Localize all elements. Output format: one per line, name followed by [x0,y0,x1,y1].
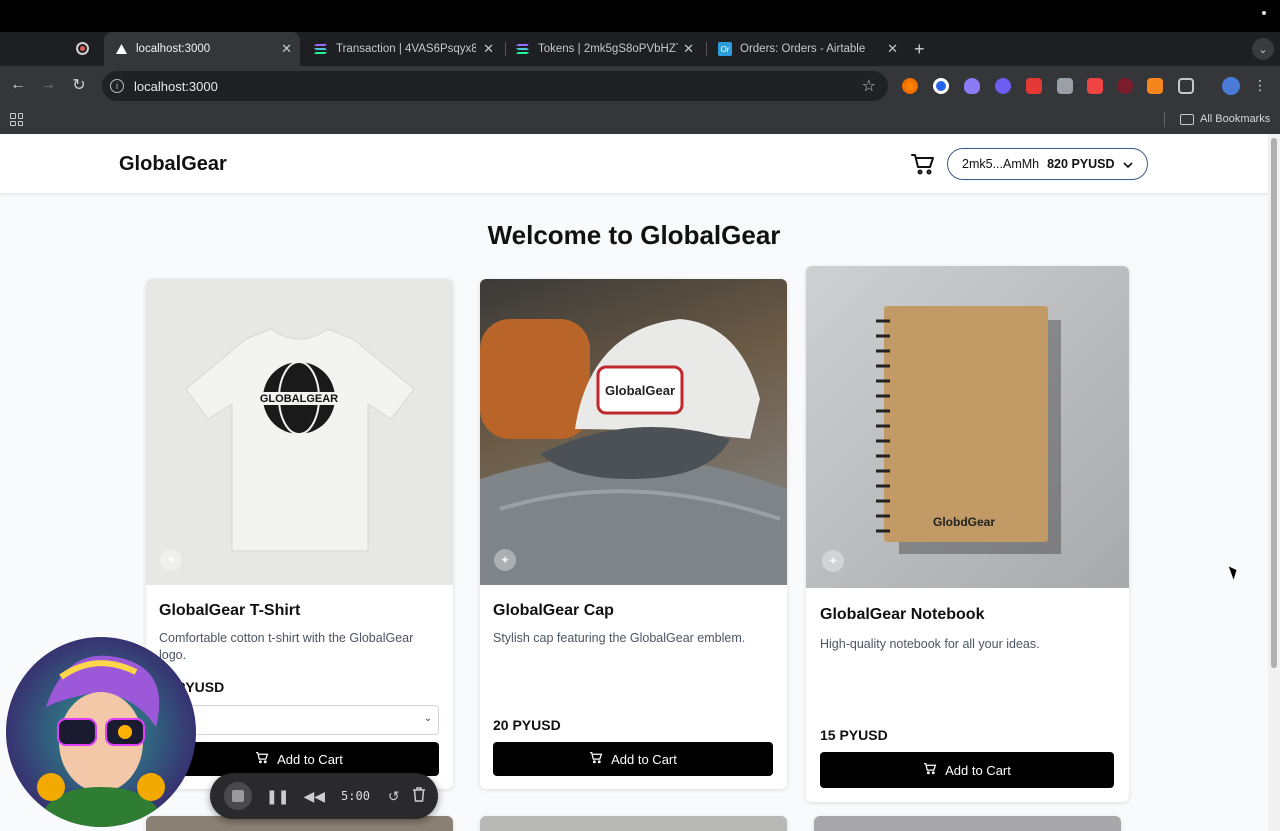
product-price: 15 PYUSD [820,727,888,743]
add-to-cart-button[interactable]: Add to Cart [820,752,1114,788]
apps-grid-icon[interactable] [10,113,23,126]
product-description: High-quality notebook for all your ideas… [820,637,1040,651]
ai-sparkle-icon: ✦ [822,550,844,572]
reload-icon[interactable]: ↻ [69,75,89,95]
forward-arrow-icon[interactable]: → [38,75,58,95]
add-to-cart-button[interactable]: Add to Cart [159,742,439,776]
add-to-cart-button[interactable]: Add to Cart [493,742,773,776]
product-name: GlobalGear Notebook [820,606,985,623]
product-image-notebook[interactable]: GlobdGear ✦ [806,266,1129,588]
new-tab-button[interactable]: + [914,39,925,60]
product-image-cap[interactable]: GlobalGear ✦ [480,279,787,585]
product-card-partial [480,816,787,831]
ai-sparkle-icon: ✦ [494,549,516,571]
size-select[interactable]: ⌄ [159,705,439,735]
extension-gear-icon[interactable] [995,78,1011,94]
back-arrow-icon[interactable]: ← [8,75,28,95]
restart-icon[interactable]: ↺ [388,788,400,805]
site-info-icon[interactable]: i [110,79,124,93]
product-name: GlobalGear Cap [493,602,614,619]
pause-icon[interactable]: ❚❚ [266,788,289,805]
bookmarks-bar: All Bookmarks [0,106,1280,134]
rewind-icon[interactable]: ◀◀ [303,788,325,805]
profile-avatar-icon[interactable] [1222,77,1240,95]
chevron-down-icon: ⌄ [423,713,432,724]
browser-menu-icon[interactable]: ⋮ [1250,75,1270,95]
cart-icon [589,751,603,767]
screen-top-bar [0,0,1280,32]
screen-recorder-controls: ❚❚ ◀◀ 5:00 ↺ [210,773,438,819]
add-to-cart-label: Add to Cart [945,762,1011,778]
tab-title: Orders: Orders - Airtable [740,43,866,55]
close-tab-icon[interactable]: ✕ [483,41,494,57]
url-text: localhost:3000 [134,78,218,94]
extension-red-icon[interactable] [1117,78,1133,94]
folder-icon [1180,113,1194,125]
airtable-icon: Or [718,42,732,56]
bookmark-star-icon[interactable]: ☆ [862,76,876,96]
add-to-cart-label: Add to Cart [277,751,343,767]
trash-icon[interactable] [412,787,426,805]
webcam-avatar [6,637,196,827]
browser-toolbar: ← → ↻ i localhost:3000 ☆ ⋮ [0,66,1280,106]
tab-separator [706,42,707,56]
close-tab-icon[interactable]: ✕ [281,41,292,57]
shopping-cart-icon[interactable] [910,152,936,176]
address-bar[interactable]: i localhost:3000 ☆ [102,71,888,101]
page-scrollbar[interactable] [1268,134,1280,831]
product-card-notebook: GlobdGear ✦ GlobalGear Notebook High-qua… [806,266,1129,802]
product-description: Stylish cap featuring the GlobalGear emb… [493,631,746,645]
extension-ghost-icon[interactable] [964,78,980,94]
tab-title: Tokens | 2mk5gS8oPVbHZTP [538,43,678,55]
wallet-balance: 820 PYUSD [1047,157,1115,171]
extension-lock-icon[interactable] [1026,78,1042,94]
add-to-cart-label: Add to Cart [611,751,677,767]
tab-title: Transaction | 4VAS6Psqyx8U [336,43,476,55]
tab-tokens[interactable]: Tokens | 2mk5gS8oPVbHZTP ✕ [506,32,702,66]
tab-airtable[interactable]: Or Orders: Orders - Airtable ✕ [708,32,906,66]
extension-circle-icon[interactable] [933,78,949,94]
solana-icon [314,42,328,56]
product-card-partial [814,816,1121,831]
extensions-puzzle-icon[interactable] [1178,78,1194,94]
tab-transaction[interactable]: Transaction | 4VAS6Psqyx8U ✕ [304,32,502,66]
close-tab-icon[interactable]: ✕ [887,41,898,57]
extension-flag-icon[interactable] [1087,78,1103,94]
close-tab-icon[interactable]: ✕ [683,41,694,57]
product-image-tshirt[interactable]: GLOBALGEAR ✦ [146,279,453,585]
wallet-button[interactable]: 2mk5...AmMh 820 PYUSD [947,148,1148,180]
recording-indicator-icon[interactable] [76,42,89,55]
recording-timer: 5:00 [341,789,370,803]
scrollbar-thumb[interactable] [1271,138,1277,668]
vercel-triangle-icon [114,42,128,56]
solana-icon [516,42,530,56]
tshirt-logo-text: GLOBALGEAR [260,393,338,405]
tab-title: localhost:3000 [136,43,211,55]
cart-icon [923,762,937,778]
all-bookmarks-label: All Bookmarks [1200,113,1271,125]
stop-recording-button[interactable] [224,782,252,810]
all-bookmarks-button[interactable]: All Bookmarks [1180,113,1270,125]
extension-camera-icon[interactable] [1057,78,1073,94]
tab-search-chevron-icon[interactable]: ⌄ [1252,38,1274,60]
tab-localhost[interactable]: localhost:3000 ✕ [104,32,300,66]
status-dot [1262,11,1266,15]
page-title: Welcome to GlobalGear [487,220,781,250]
product-card-cap: GlobalGear ✦ GlobalGear Cap Stylish cap … [480,279,787,789]
cart-icon [255,751,269,767]
wallet-address: 2mk5...AmMh [962,157,1040,171]
product-price: 20 PYUSD [493,717,561,733]
bookmarks-separator [1164,112,1165,127]
metamask-fox-icon[interactable] [1147,78,1163,94]
product-name: GlobalGear T-Shirt [159,602,301,619]
product-description: Comfortable cotton t-shirt with the Glob… [159,631,414,662]
extension-sparkle-icon[interactable] [902,78,918,94]
cap-logo-text: GlobalGear [605,383,675,398]
site-header: GlobalGear 2mk5...AmMh 820 PYUSD [0,134,1268,194]
ai-sparkle-icon: ✦ [160,549,182,571]
site-brand[interactable]: GlobalGear [119,153,227,176]
notebook-logo-text: GlobdGear [933,515,995,529]
chevron-down-icon [1122,157,1133,171]
